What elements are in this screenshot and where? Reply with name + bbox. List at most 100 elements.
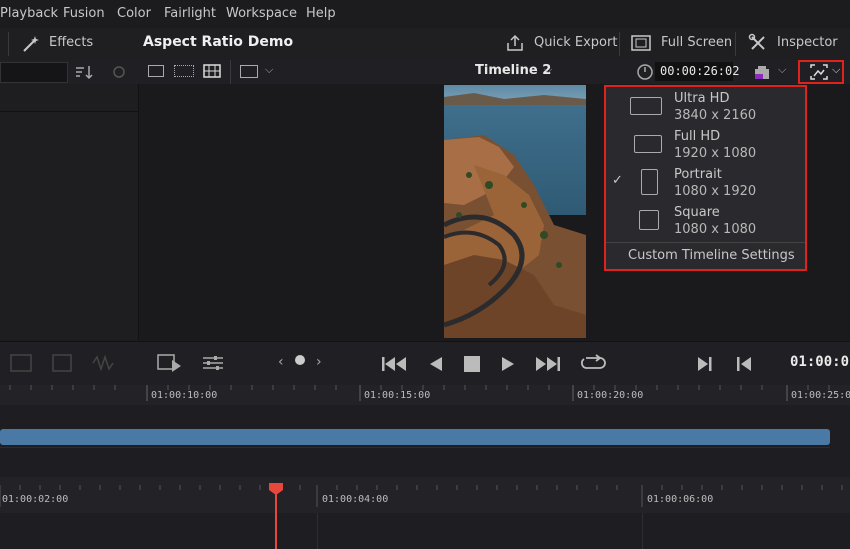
toolbar-divider <box>8 32 9 56</box>
viewer-size-icon[interactable] <box>240 65 258 78</box>
timeline-name[interactable]: Timeline 2 <box>475 63 551 78</box>
menu-workspace[interactable]: Workspace <box>226 6 297 21</box>
effects-button[interactable] <box>20 33 42 55</box>
option-square[interactable]: Square 1080 x 1080 <box>606 201 805 239</box>
inspector-button[interactable] <box>748 33 768 53</box>
square-image-icon <box>639 210 659 230</box>
menu-color[interactable]: Color <box>117 6 151 21</box>
ruler-label: 01:00:06:00 <box>647 494 714 505</box>
dropdown-divider <box>606 242 805 243</box>
search-field[interactable] <box>0 62 68 83</box>
grid-line <box>642 513 643 549</box>
next-edit-button[interactable] <box>697 355 713 373</box>
menu-help[interactable]: Help <box>306 6 336 21</box>
camera-lock-icon[interactable] <box>753 64 771 80</box>
inspector-label[interactable]: Inspector <box>777 35 838 50</box>
option-dims: 1920 x 1080 <box>674 146 757 161</box>
loop-icon <box>581 354 606 369</box>
grid-line <box>317 513 318 549</box>
previous-edit-icon <box>737 357 751 371</box>
export-icon <box>507 34 523 51</box>
tools-icon <box>748 33 765 50</box>
viewer-toolbar: ⌵ Timeline 2 ⌵ 00:00:26:02 ⌵ ⌵ <box>0 60 850 85</box>
toolbar-divider <box>735 32 736 56</box>
ruler-label: 01:00:10:00 <box>151 390 218 401</box>
transport-timecode: 01:00:0 <box>790 354 850 370</box>
refresh-icon <box>113 66 125 78</box>
option-dims: 3840 x 2160 <box>674 108 757 123</box>
media-pool-panel <box>0 84 139 340</box>
viewer-timecode: 00:00:26:02 <box>660 64 740 78</box>
menu-bar: Playback Fusion Color Fairlight Workspac… <box>0 0 850 29</box>
check-icon: ✓ <box>612 173 623 188</box>
option-name: Full HD <box>674 129 721 144</box>
play-reverse-button[interactable] <box>428 355 444 373</box>
image-icon[interactable] <box>52 354 72 372</box>
thumbnail-view-icon[interactable] <box>148 65 164 77</box>
aspect-ratio-highlight <box>798 60 844 84</box>
sort-button[interactable] <box>74 63 94 81</box>
jog-dot-icon[interactable] <box>295 355 305 365</box>
chevron-down-icon[interactable]: ⌵ <box>265 63 273 77</box>
panel-divider <box>0 111 138 112</box>
video-frame-image <box>444 85 586 338</box>
stop-button[interactable] <box>464 356 480 372</box>
skip-forward-icon <box>536 357 560 371</box>
timecode-clock-icon <box>636 63 654 81</box>
landscape-image-icon <box>630 97 662 115</box>
full-screen-label[interactable]: Full Screen <box>661 35 732 50</box>
menu-playback[interactable]: Playback <box>0 6 58 21</box>
edit-track-area <box>0 513 850 549</box>
match-frame-icon[interactable] <box>157 352 183 374</box>
skip-to-start-button[interactable] <box>381 355 407 373</box>
full-screen-button[interactable] <box>630 34 652 52</box>
chevron-right-icon[interactable]: › <box>316 354 322 370</box>
filmstrip-view-icon[interactable] <box>174 65 194 77</box>
option-full-hd[interactable]: Full HD 1920 x 1080 <box>606 125 805 163</box>
grid-view-icon[interactable] <box>203 64 221 78</box>
previous-edit-button[interactable] <box>736 355 752 373</box>
timeline-clip[interactable] <box>0 429 830 445</box>
waveform-icon[interactable] <box>92 354 114 372</box>
full-screen-icon <box>631 35 651 51</box>
toolbar-divider <box>230 60 231 84</box>
settings-sliders-icon[interactable] <box>202 354 224 372</box>
play-button[interactable] <box>500 355 516 373</box>
effects-label[interactable]: Effects <box>49 35 93 50</box>
skip-to-end-button[interactable] <box>535 355 561 373</box>
track-divider <box>0 447 830 448</box>
ruler-label: 01:00:15:00 <box>364 390 431 401</box>
next-edit-icon <box>698 357 712 371</box>
quick-export-button[interactable] <box>505 33 525 53</box>
loop-button[interactable] <box>580 353 606 373</box>
toolbar-divider <box>619 32 620 56</box>
chevron-down-icon[interactable]: ⌵ <box>544 63 552 77</box>
option-name: Square <box>674 205 720 220</box>
ruler-label: 01:00:04:00 <box>322 494 389 505</box>
menu-fairlight[interactable]: Fairlight <box>164 6 216 21</box>
main-toolbar: Effects Aspect Ratio Demo Quick Export F… <box>0 28 850 61</box>
aspect-ratio-dropdown: Ultra HD 3840 x 2160 Full HD 1920 x 1080… <box>604 85 807 271</box>
option-portrait[interactable]: ✓ Portrait 1080 x 1920 <box>606 163 805 201</box>
landscape-image-icon <box>634 135 662 153</box>
edit-timeline-ruler[interactable]: 01:00:02:00 01:00:04:00 01:00:06:00 <box>0 477 850 513</box>
quick-export-label[interactable]: Quick Export <box>534 35 617 50</box>
project-title: Aspect Ratio Demo <box>143 34 294 50</box>
option-dims: 1080 x 1920 <box>674 184 757 199</box>
skip-back-icon <box>382 357 406 371</box>
chevron-left-icon[interactable]: ‹ <box>278 354 284 370</box>
timeline-ruler[interactable]: 01:00:10:00 01:00:15:00 01:00:20:00 01:0… <box>0 385 850 406</box>
custom-timeline-settings[interactable]: Custom Timeline Settings <box>628 248 795 263</box>
chevron-down-icon[interactable]: ⌵ <box>778 63 786 77</box>
option-name: Portrait <box>674 167 722 182</box>
option-name: Ultra HD <box>674 91 730 106</box>
sort-icon <box>76 66 93 80</box>
ruler-label: 01:00:20:00 <box>577 390 644 401</box>
portrait-image-icon <box>641 169 658 195</box>
playhead-line <box>275 494 277 549</box>
option-ultra-hd[interactable]: Ultra HD 3840 x 2160 <box>606 87 805 125</box>
layout-icon[interactable] <box>10 354 32 372</box>
refresh-button[interactable] <box>110 63 128 81</box>
menu-fusion[interactable]: Fusion <box>63 6 105 21</box>
ruler-label: 01:00:02:00 <box>2 494 69 505</box>
